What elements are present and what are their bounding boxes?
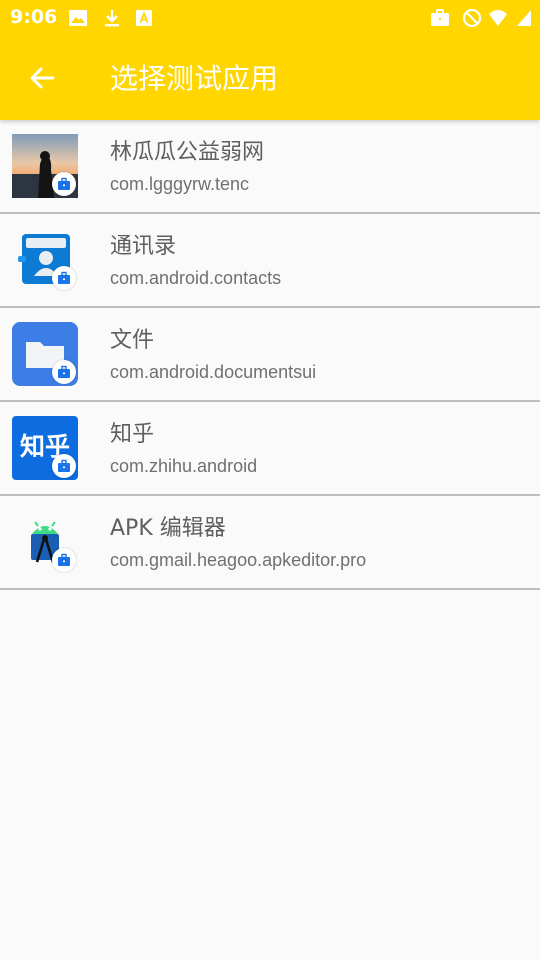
- app-name: 林瓜瓜公益弱网: [110, 140, 265, 165]
- app-row[interactable]: 通讯录 com.android.contacts: [0, 214, 540, 308]
- folder-icon: [12, 322, 78, 386]
- app-name: 文件: [110, 328, 155, 353]
- page-title: 选择测试应用: [110, 62, 279, 95]
- app-bar: 9:06 选择测试应用: [0, 0, 540, 120]
- gallery-icon: [69, 10, 87, 26]
- app-list: 林瓜瓜公益弱网 com.lgggyrw.tenc 通讯录 com.android…: [0, 120, 540, 590]
- app-name: 知乎: [110, 422, 155, 447]
- app-package: com.lgggyrw.tenc: [110, 174, 250, 194]
- a-text-icon: [136, 10, 152, 26]
- download-icon: [105, 10, 119, 27]
- work-badge-icon: [52, 548, 76, 572]
- contacts-icon: [12, 228, 78, 292]
- wifi-icon: [489, 10, 507, 26]
- zhihu-icon: 知乎: [12, 416, 78, 480]
- apk-editor-icon: [12, 510, 78, 574]
- app-package: com.zhihu.android: [110, 456, 258, 476]
- app-row[interactable]: 文件 com.android.documentsui: [0, 308, 540, 402]
- app-row[interactable]: APK 编辑器 com.gmail.heagoo.apkeditor.pro: [0, 496, 540, 590]
- app-row[interactable]: 知乎 知乎 com.zhihu.android: [0, 402, 540, 496]
- app-package: com.android.documentsui: [110, 362, 317, 382]
- back-button[interactable]: [22, 58, 62, 98]
- app-name: 通讯录: [110, 234, 177, 259]
- arrow-back-icon: [30, 67, 55, 89]
- work-badge-icon: [52, 454, 76, 478]
- work-badge-icon: [52, 172, 76, 196]
- photo-icon: [12, 134, 78, 198]
- signal-icon: [517, 10, 531, 26]
- status-bar: 9:06: [0, 0, 540, 36]
- no-sim-icon: [462, 8, 482, 28]
- app-row[interactable]: 林瓜瓜公益弱网 com.lgggyrw.tenc: [0, 120, 540, 214]
- status-time: 9:06: [10, 6, 58, 28]
- work-badge-icon: [52, 266, 76, 290]
- app-name: APK 编辑器: [110, 516, 226, 541]
- work-profile-icon: [431, 9, 449, 26]
- app-package: com.gmail.heagoo.apkeditor.pro: [110, 550, 367, 570]
- work-badge-icon: [52, 360, 76, 384]
- app-package: com.android.contacts: [110, 268, 282, 288]
